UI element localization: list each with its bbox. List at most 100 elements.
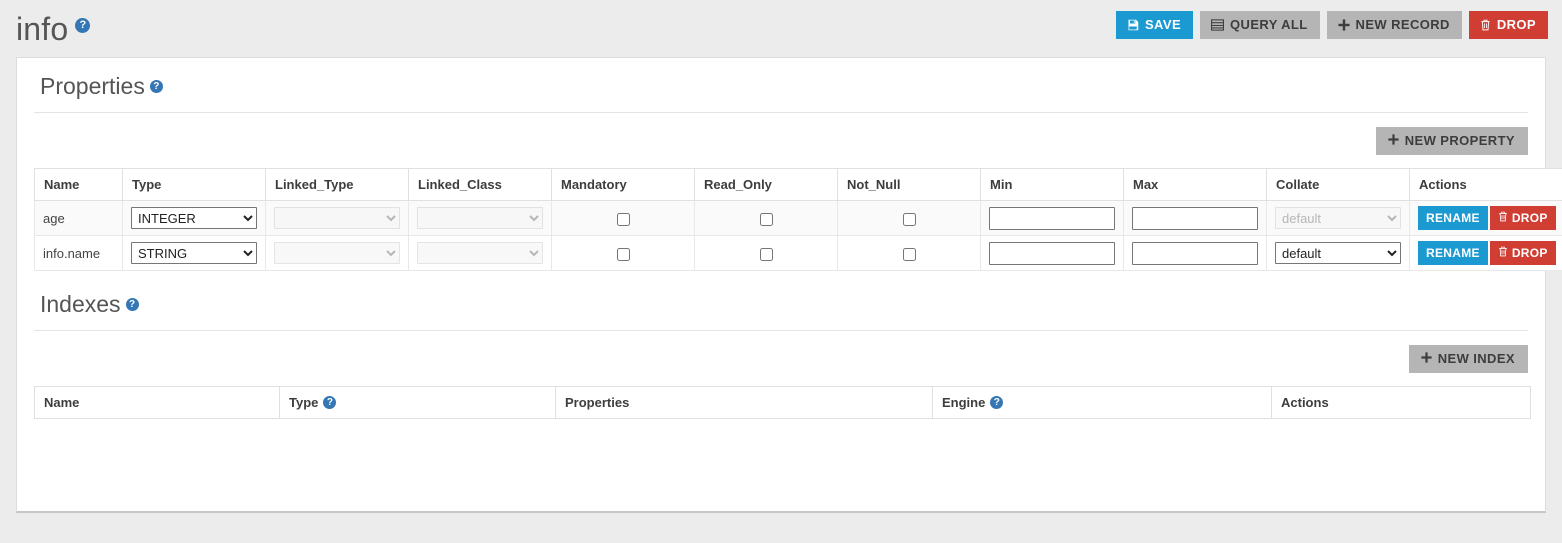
properties-action-row: NEW PROPERTY bbox=[17, 113, 1545, 168]
page-title-text: info bbox=[16, 10, 69, 47]
table-row: age INTEGER default RENAME DROP bbox=[34, 200, 1562, 236]
cell-linked-class bbox=[408, 200, 552, 236]
col-index-type-label: Type bbox=[289, 395, 319, 410]
col-index-actions: Actions bbox=[1271, 385, 1531, 420]
indexes-header-row: Name Type? Properties Engine? Actions bbox=[34, 385, 1531, 420]
col-read-only: Read_Only bbox=[694, 168, 838, 201]
cell-actions: RENAME DROP bbox=[1409, 235, 1562, 271]
properties-section-title: Properties? bbox=[34, 58, 1528, 112]
read-only-checkbox[interactable] bbox=[759, 247, 773, 261]
cell-read-only bbox=[694, 200, 838, 236]
cell-mandatory bbox=[551, 200, 695, 236]
drop-button-label: DROP bbox=[1511, 210, 1548, 225]
trash-icon bbox=[1498, 211, 1508, 224]
cell-property-name: age bbox=[34, 200, 123, 236]
help-circle-icon[interactable]: ? bbox=[125, 298, 139, 312]
col-linked-class: Linked_Class bbox=[408, 168, 552, 201]
cell-linked-type bbox=[265, 200, 409, 236]
col-mandatory: Mandatory bbox=[551, 168, 695, 201]
read-only-checkbox[interactable] bbox=[759, 212, 773, 226]
linked-class-select[interactable] bbox=[417, 207, 543, 229]
col-index-engine-label: Engine bbox=[942, 395, 986, 410]
rename-button-label: RENAME bbox=[1426, 245, 1480, 260]
max-input[interactable] bbox=[1132, 206, 1258, 230]
mandatory-checkbox[interactable] bbox=[616, 247, 630, 261]
linked-type-select[interactable] bbox=[274, 207, 400, 229]
page-title: info? bbox=[16, 10, 91, 47]
new-record-button-label: NEW RECORD bbox=[1355, 17, 1450, 32]
trash-icon bbox=[1480, 19, 1491, 31]
col-index-properties: Properties bbox=[555, 385, 933, 420]
help-circle-icon[interactable]: ? bbox=[323, 396, 337, 410]
indexes-table: Name Type? Properties Engine? Actions bbox=[34, 385, 1531, 420]
trash-icon bbox=[1498, 246, 1508, 259]
rename-button-label: RENAME bbox=[1426, 210, 1480, 225]
cell-not-null bbox=[837, 235, 981, 271]
not-null-checkbox[interactable] bbox=[902, 212, 916, 226]
help-circle-icon[interactable]: ? bbox=[75, 17, 91, 33]
col-index-name: Name bbox=[34, 385, 280, 420]
collate-select[interactable]: default bbox=[1275, 242, 1401, 264]
col-index-properties-label: Properties bbox=[565, 395, 630, 411]
indexes-action-row: NEW INDEX bbox=[17, 331, 1545, 386]
linked-class-select[interactable] bbox=[417, 242, 543, 264]
row-actions: RENAME DROP bbox=[1418, 241, 1562, 265]
col-collate: Collate bbox=[1266, 168, 1410, 201]
col-max: Max bbox=[1123, 168, 1267, 201]
cell-actions: RENAME DROP bbox=[1409, 200, 1562, 236]
content-panel: Properties? NEW PROPERTY Name Type Linke… bbox=[16, 57, 1562, 513]
mandatory-checkbox[interactable] bbox=[616, 212, 630, 226]
type-select[interactable]: STRING bbox=[131, 242, 257, 264]
min-input[interactable] bbox=[989, 241, 1115, 265]
new-record-button[interactable]: NEW RECORD bbox=[1326, 11, 1462, 39]
help-circle-icon[interactable]: ? bbox=[990, 396, 1004, 410]
rename-property-button[interactable]: RENAME bbox=[1418, 241, 1488, 265]
help-circle-icon[interactable]: ? bbox=[149, 80, 163, 94]
header-toolbar: SAVE QUERY ALL NEW RECORD DROP bbox=[1115, 11, 1548, 39]
drop-property-button[interactable]: DROP bbox=[1489, 206, 1556, 230]
col-linked-type: Linked_Type bbox=[265, 168, 409, 201]
cell-linked-class bbox=[408, 235, 552, 271]
rename-property-button[interactable]: RENAME bbox=[1418, 206, 1488, 230]
not-null-checkbox[interactable] bbox=[902, 247, 916, 261]
properties-table-body: age INTEGER default RENAME DROP info.nam… bbox=[34, 200, 1562, 271]
indexes-title-text: Indexes bbox=[40, 291, 121, 317]
new-property-button[interactable]: NEW PROPERTY bbox=[1375, 127, 1528, 155]
plus-icon bbox=[1388, 134, 1399, 147]
type-select[interactable]: INTEGER bbox=[131, 207, 257, 229]
drop-class-button-label: DROP bbox=[1496, 17, 1536, 32]
linked-type-select[interactable] bbox=[274, 242, 400, 264]
query-all-button[interactable]: QUERY ALL bbox=[1200, 11, 1320, 39]
drop-property-button[interactable]: DROP bbox=[1489, 241, 1556, 265]
max-input[interactable] bbox=[1132, 241, 1258, 265]
new-index-button[interactable]: NEW INDEX bbox=[1408, 345, 1528, 373]
plus-icon bbox=[1421, 352, 1432, 365]
cell-property-name: info.name bbox=[34, 235, 123, 271]
cell-min bbox=[980, 200, 1124, 236]
col-type: Type bbox=[122, 168, 266, 201]
properties-header-row: Name Type Linked_Type Linked_Class Manda… bbox=[34, 168, 1562, 201]
col-index-engine: Engine? bbox=[932, 385, 1272, 420]
cell-property-type: INTEGER bbox=[122, 200, 266, 236]
cell-linked-type bbox=[265, 235, 409, 271]
cell-max bbox=[1123, 200, 1267, 236]
cell-read-only bbox=[694, 235, 838, 271]
col-index-type: Type? bbox=[279, 385, 556, 420]
app-header: info? SAVE QUERY ALL NEW RECORD DROP bbox=[0, 0, 1562, 57]
save-button[interactable]: SAVE bbox=[1115, 11, 1194, 39]
col-name: Name bbox=[34, 168, 123, 201]
collate-select[interactable]: default bbox=[1275, 207, 1401, 229]
col-index-name-label: Name bbox=[44, 395, 80, 411]
drop-class-button[interactable]: DROP bbox=[1468, 11, 1548, 39]
cell-max bbox=[1123, 235, 1267, 271]
min-input[interactable] bbox=[989, 206, 1115, 230]
cell-collate: default bbox=[1266, 235, 1410, 271]
col-actions: Actions bbox=[1409, 168, 1562, 201]
cell-not-null bbox=[837, 200, 981, 236]
new-index-button-label: NEW INDEX bbox=[1437, 351, 1515, 366]
save-button-label: SAVE bbox=[1144, 17, 1182, 32]
query-all-button-label: QUERY ALL bbox=[1230, 17, 1308, 32]
indexes-section-title: Indexes? bbox=[34, 271, 1528, 330]
cell-collate: default bbox=[1266, 200, 1410, 236]
row-actions: RENAME DROP bbox=[1418, 206, 1562, 230]
